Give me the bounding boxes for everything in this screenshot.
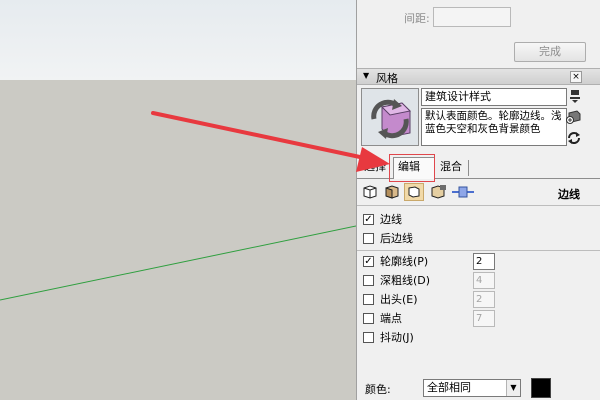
annotation-arrow-head — [356, 147, 390, 172]
annotation-arrow — [151, 111, 390, 172]
annotation-arrow-shaft — [151, 111, 376, 162]
